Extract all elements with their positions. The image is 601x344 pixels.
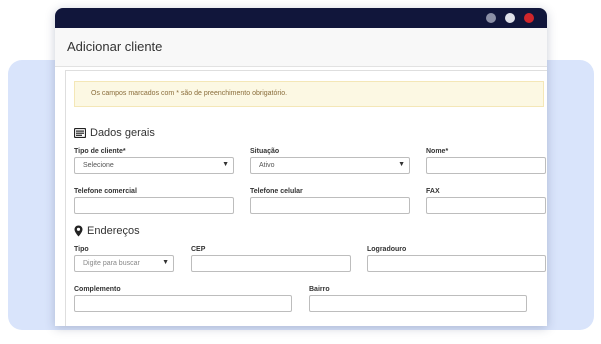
chevron-down-icon: ▼ bbox=[398, 161, 405, 168]
section-heading: Dados gerais bbox=[90, 127, 155, 139]
logradouro-input[interactable] bbox=[367, 255, 546, 272]
tipo-cliente-label: Tipo de cliente* bbox=[74, 148, 126, 155]
nome-input[interactable] bbox=[426, 157, 546, 174]
telefone-comercial-label: Telefone comercial bbox=[74, 188, 137, 195]
page-header: Adicionar cliente bbox=[55, 28, 547, 67]
situacao-value: Ativo bbox=[259, 162, 275, 169]
telefone-comercial-input[interactable] bbox=[74, 197, 234, 214]
window-titlebar bbox=[55, 8, 547, 28]
form-content: Os campos marcados com * são de preenchi… bbox=[65, 70, 547, 326]
telefone-celular-input[interactable] bbox=[250, 197, 410, 214]
cep-label: CEP bbox=[191, 246, 206, 253]
bairro-label: Bairro bbox=[309, 286, 330, 293]
fax-input[interactable] bbox=[426, 197, 546, 214]
situacao-label: Situação bbox=[250, 148, 280, 155]
close-button[interactable] bbox=[524, 13, 534, 23]
minimize-button[interactable] bbox=[486, 13, 496, 23]
chevron-down-icon: ▼ bbox=[162, 259, 169, 266]
tipo-placeholder: Digite para buscar bbox=[83, 260, 140, 267]
nome-label: Nome* bbox=[426, 148, 449, 155]
maximize-button[interactable] bbox=[505, 13, 515, 23]
cep-input[interactable] bbox=[191, 255, 351, 272]
fax-label: FAX bbox=[426, 188, 440, 195]
tipo-cliente-value: Selecione bbox=[83, 162, 114, 169]
tipo-select[interactable]: Digite para buscar ▼ bbox=[74, 255, 174, 272]
chevron-down-icon: ▼ bbox=[222, 161, 229, 168]
app-window: Adicionar cliente Os campos marcados com… bbox=[55, 8, 547, 326]
required-fields-notice: Os campos marcados com * são de preenchi… bbox=[74, 81, 544, 107]
telefone-celular-label: Telefone celular bbox=[250, 188, 303, 195]
map-pin-icon bbox=[74, 225, 83, 237]
notice-text: Os campos marcados com * são de preenchi… bbox=[91, 90, 288, 97]
logradouro-label: Logradouro bbox=[367, 246, 407, 253]
section-enderecos: Endereços bbox=[74, 225, 140, 237]
bairro-input[interactable] bbox=[309, 295, 527, 312]
section-heading: Endereços bbox=[87, 225, 140, 237]
complemento-label: Complemento bbox=[74, 286, 121, 293]
complemento-input[interactable] bbox=[74, 295, 292, 312]
tipo-cliente-select[interactable]: Selecione ▼ bbox=[74, 157, 234, 174]
situacao-select[interactable]: Ativo ▼ bbox=[250, 157, 410, 174]
section-dados-gerais: Dados gerais bbox=[74, 127, 155, 139]
page-title: Adicionar cliente bbox=[67, 39, 163, 54]
id-card-icon bbox=[74, 128, 86, 138]
tipo-label: Tipo bbox=[74, 246, 89, 253]
